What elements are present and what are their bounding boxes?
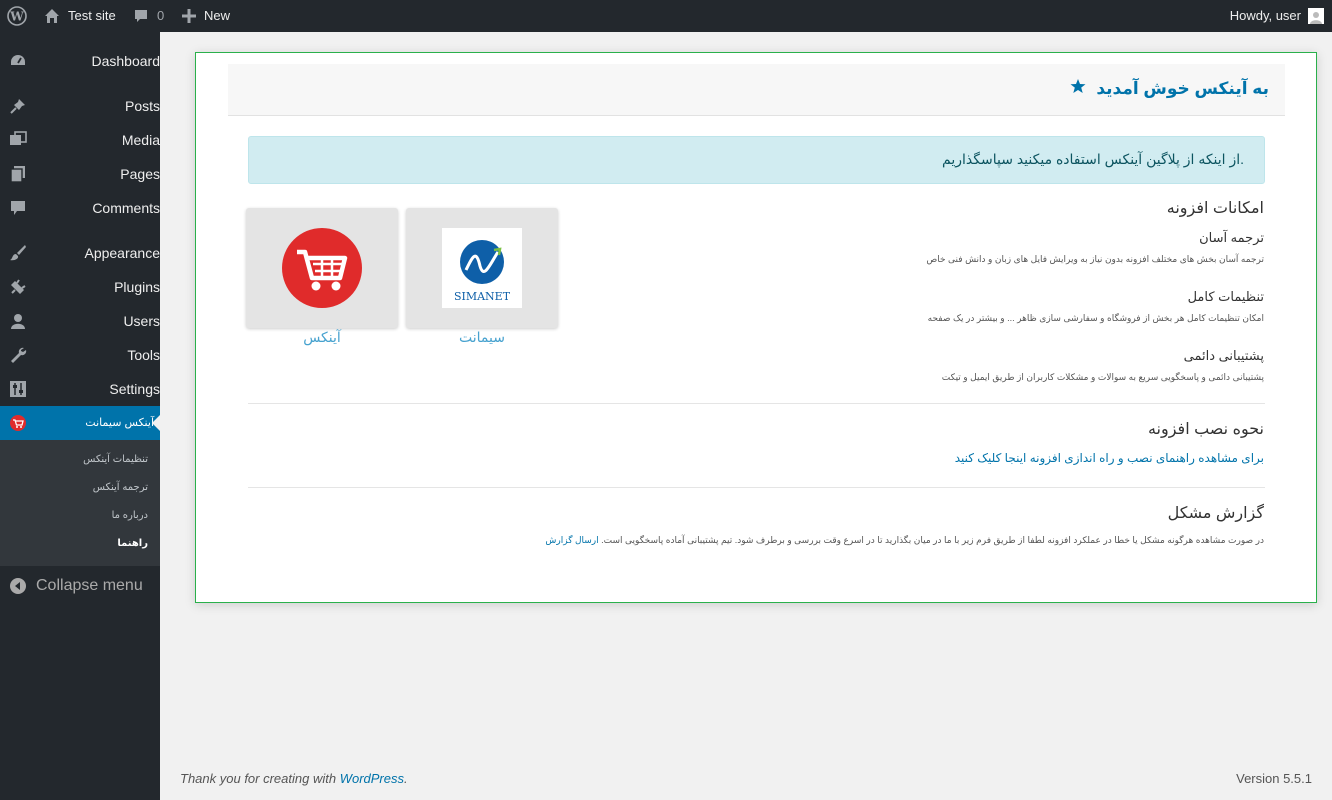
svg-text:SIMANET: SIMANET: [454, 290, 511, 303]
collapse-menu-button[interactable]: Collapse menu: [0, 570, 160, 602]
menu-label: Users: [123, 313, 160, 329]
howdy-label: Howdy, user: [1229, 8, 1301, 23]
new-content-link[interactable]: New: [182, 0, 230, 32]
tile-label[interactable]: آینکس: [246, 329, 398, 346]
card-header: به آینکس خوش آمدید: [228, 64, 1285, 116]
menu-comments[interactable]: Comments: [0, 191, 160, 225]
admin-bar: W Test site 0 New Howdy, user: [0, 0, 1332, 32]
comments-link[interactable]: 0: [133, 0, 164, 32]
new-label: New: [204, 8, 231, 23]
submenu-item[interactable]: ترجمه آینکس: [93, 482, 148, 493]
pages-icon: [9, 165, 27, 183]
feature-desc: امکان تنظیمات کامل هر بخش از فروشگاه و س…: [927, 313, 1264, 323]
comments-count: 0: [157, 8, 165, 23]
menu-label: Pages: [120, 166, 160, 182]
divider: [248, 487, 1265, 488]
media-icon: [9, 131, 27, 149]
plugin-icon: [9, 278, 27, 296]
report-title: گزارش مشکل: [1167, 505, 1264, 522]
footer-version: Version 5.5.1: [1236, 771, 1312, 786]
comment-icon: [133, 8, 149, 24]
thanks-alert: .از اینکه از پلاگین آینکس استفاده میکنید…: [248, 136, 1265, 184]
menu-pages[interactable]: Pages: [0, 157, 160, 191]
footer-thanks: Thank you for creating with WordPress.: [180, 771, 408, 786]
alert-text: .از اینکه از پلاگین آینکس استفاده میکنید…: [942, 151, 1244, 167]
feature-title: ترجمه آسان: [1199, 230, 1264, 245]
install-title: نحوه نصب افزونه: [1147, 421, 1264, 438]
menu-dashboard[interactable]: Dashboard: [0, 44, 160, 78]
collapse-arrow-icon: [10, 578, 26, 594]
menu-label: Media: [121, 132, 160, 148]
menu-settings[interactable]: Settings: [0, 372, 160, 406]
feature-title: پشتیبانی دائمی: [1183, 348, 1264, 363]
user-icon: [9, 312, 27, 330]
submenu-item[interactable]: درباره ما: [112, 510, 148, 521]
welcome-card: به آینکس خوش آمدید .از اینکه از پلاگین آ…: [195, 52, 1317, 603]
menu-posts[interactable]: Posts: [0, 89, 160, 123]
dashboard-icon: [9, 52, 27, 70]
menu-label: Dashboard: [91, 53, 161, 69]
tile-label[interactable]: سیمانت: [406, 329, 558, 346]
simanet-tile[interactable]: SIMANET: [406, 208, 558, 328]
menu-media[interactable]: Media: [0, 123, 160, 157]
menu-label: Appearance: [84, 245, 160, 261]
menu-label: آینکس سیمانت: [85, 417, 154, 429]
feature-title: تنظیمات کامل: [1187, 289, 1264, 304]
collapse-label: Collapse menu: [36, 577, 143, 594]
features-title: امکانات افزونه: [1166, 200, 1264, 217]
account-menu[interactable]: Howdy, user: [1230, 0, 1324, 32]
wrench-icon: [9, 346, 27, 364]
plus-icon: [182, 9, 196, 23]
report-link[interactable]: ارسال گزارش: [545, 535, 598, 545]
pin-icon: [9, 97, 27, 115]
cart-icon: [9, 414, 27, 432]
menu-label: Tools: [127, 347, 160, 363]
brush-icon: [9, 244, 27, 262]
page-title: به آینکس خوش آمدید: [1070, 78, 1269, 99]
site-name-label: Test site: [68, 8, 116, 23]
star-icon: [1070, 78, 1086, 99]
submenu-item[interactable]: تنظیمات آینکس: [83, 454, 148, 465]
title-text: به آینکس خوش آمدید: [1096, 78, 1269, 98]
aynex-tile[interactable]: [246, 208, 398, 328]
comment-icon: [9, 199, 27, 217]
avatar: [1308, 8, 1324, 24]
menu-label: Comments: [92, 200, 160, 216]
install-guide-link[interactable]: برای مشاهده راهنمای نصب و راه اندازی افز…: [955, 451, 1264, 465]
report-desc: در صورت مشاهده هرگونه مشکل یا خطا در عمل…: [545, 535, 1264, 546]
submenu-item-current[interactable]: راهنما: [117, 538, 148, 549]
sliders-icon: [9, 380, 27, 398]
svg-text:W: W: [9, 10, 24, 24]
menu-tools[interactable]: Tools: [0, 338, 160, 372]
footer-thanks-text: Thank you for creating with: [180, 771, 340, 786]
home-icon: [44, 8, 60, 24]
site-name-link[interactable]: Test site: [44, 0, 116, 32]
menu-label: Posts: [124, 98, 160, 114]
menu-label: Settings: [109, 381, 160, 397]
report-text: در صورت مشاهده هرگونه مشکل یا خطا در عمل…: [601, 535, 1264, 545]
cart-logo-icon: [282, 228, 362, 308]
feature-desc: ترجمه آسان بخش های مختلف افزونه بدون نیا…: [926, 254, 1264, 264]
menu-users[interactable]: Users: [0, 304, 160, 338]
divider: [248, 403, 1265, 404]
menu-plugins[interactable]: Plugins: [0, 270, 160, 304]
feature-desc: پشتیبانی دائمی و پاسخگویی سریع به سوالات…: [941, 372, 1264, 382]
admin-sidebar: Dashboard Posts Media Pages Comments App…: [0, 32, 160, 800]
footer-period: .: [404, 771, 408, 786]
menu-aynex[interactable]: آینکس سیمانت: [0, 406, 160, 440]
wordpress-link[interactable]: WordPress: [340, 771, 404, 786]
menu-appearance[interactable]: Appearance: [0, 236, 160, 270]
menu-label: Plugins: [114, 279, 160, 295]
wordpress-logo-icon[interactable]: W: [7, 0, 29, 32]
simanet-logo-icon: SIMANET: [442, 228, 522, 308]
aynex-submenu: تنظیمات آینکس ترجمه آینکس درباره ما راهن…: [0, 440, 160, 566]
